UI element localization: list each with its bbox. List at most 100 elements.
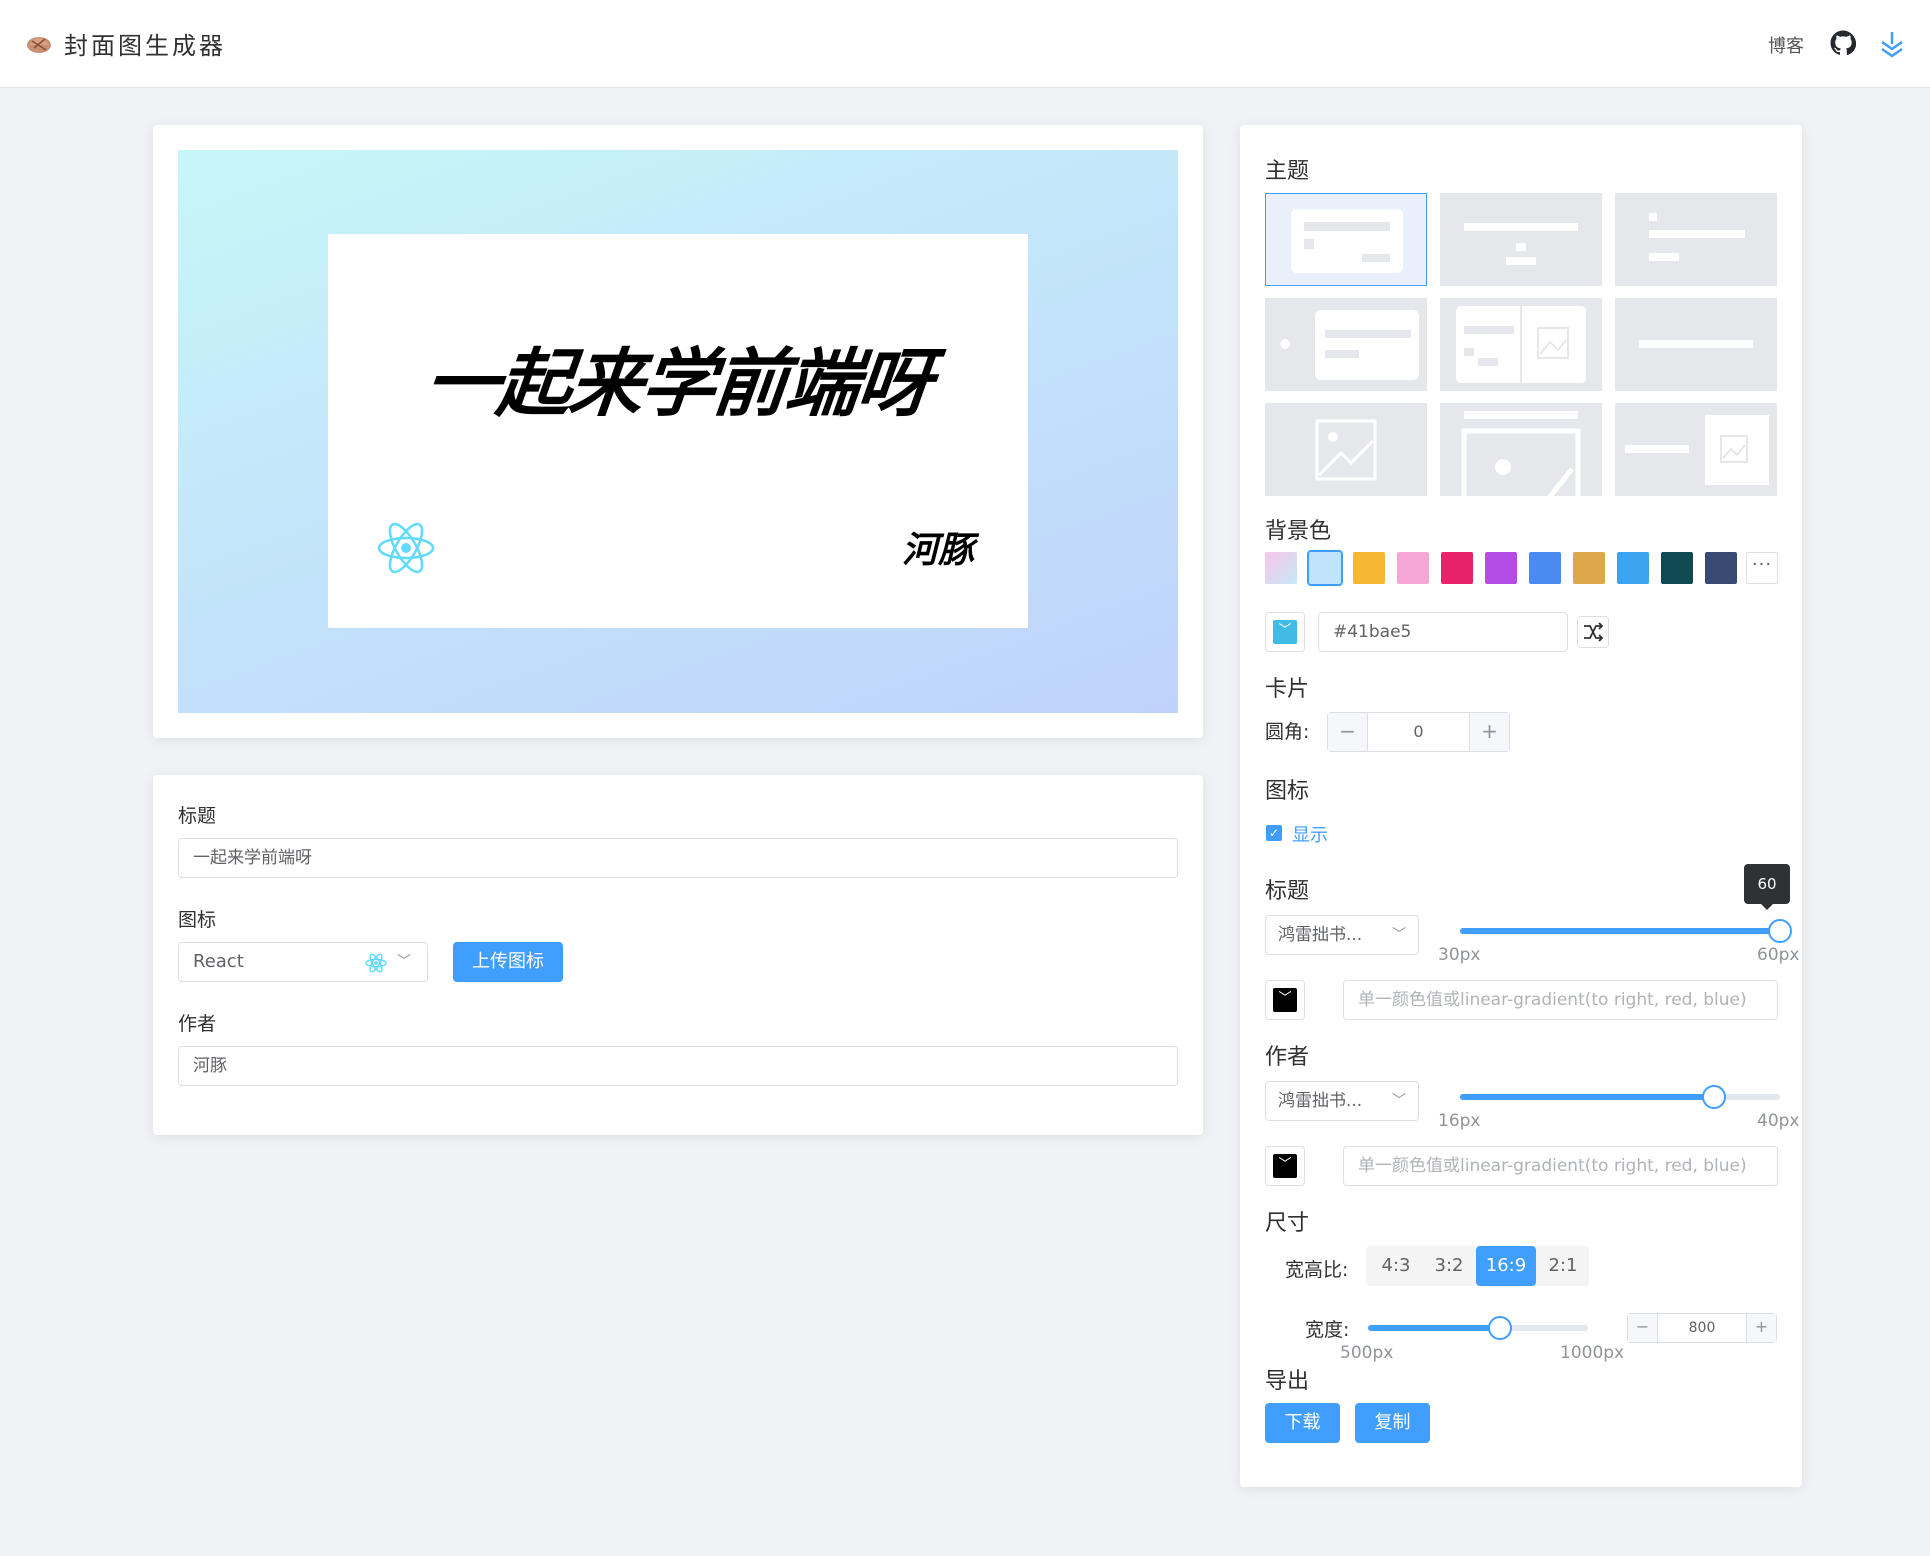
theme-option-7[interactable] [1265,403,1427,496]
theme-option-9[interactable] [1615,403,1777,496]
shuffle-icon[interactable] [1577,616,1609,648]
bg-color-label: 背景色 [1265,519,1332,544]
download-app-icon[interactable] [1878,30,1906,58]
author-color-input[interactable]: 单一颜色值或linear-gradient(to right, red, blu… [1343,1146,1778,1186]
author-size-min: 16px [1438,1111,1481,1131]
title-font-value: 鸿雷拙书... [1278,925,1363,945]
export-label: 导出 [1265,1369,1310,1394]
theme-label: 主题 [1265,159,1310,184]
title-size-knob[interactable] [1768,919,1792,943]
bg-swatch[interactable] [1441,552,1473,584]
theme-option-6[interactable] [1615,298,1777,391]
author-size-fill [1460,1094,1714,1100]
bg-swatch[interactable] [1353,552,1385,584]
title-size-fill [1460,928,1780,934]
title-size-max: 60px [1757,945,1800,965]
chevron-down-icon: ﹀ [1392,927,1406,943]
title-size-slider[interactable] [1460,919,1792,943]
author-section-label: 作者 [1265,1045,1310,1070]
icon-select[interactable]: React ﹀ [178,942,428,982]
width-slider[interactable] [1368,1316,1588,1340]
logo-icon [27,37,51,53]
bg-swatch[interactable] [1529,552,1561,584]
radius-stepper[interactable]: − 0 + [1327,712,1510,752]
icon-select-value: React [193,951,244,972]
blog-link[interactable]: 博客 [1768,32,1804,58]
react-icon [365,953,387,973]
ratio-option[interactable]: 2:1 [1537,1246,1589,1286]
bg-swatch[interactable] [1397,552,1429,584]
ratio-option[interactable]: 4:3 [1370,1246,1422,1286]
check-icon[interactable]: ✓ [1266,825,1282,841]
copy-button[interactable]: 复制 [1355,1403,1430,1443]
radius-label: 圆角: [1265,721,1310,743]
react-icon [377,522,435,574]
upload-icon-button[interactable]: 上传图标 [453,942,563,982]
width-label: 宽度: [1305,1319,1350,1341]
bg-swatch[interactable] [1661,552,1693,584]
cover-title: 一起来学前端呀 [420,341,934,427]
bg-swatch[interactable] [1573,552,1605,584]
bg-swatch[interactable] [1485,552,1517,584]
author-input[interactable]: 河豚 [178,1046,1178,1086]
chevron-down-icon: ﹀ [1392,1093,1406,1109]
show-icon-checkbox-label[interactable]: 显示 [1292,821,1328,847]
width-value[interactable]: 800 [1658,1314,1746,1342]
chevron-down-icon: ﹀ [397,954,411,970]
app-title: 封面图生成器 [64,32,226,60]
title-color-input[interactable]: 单一颜色值或linear-gradient(to right, red, blu… [1343,980,1778,1020]
theme-option-4[interactable] [1265,298,1427,391]
author-font-value: 鸿雷拙书... [1278,1091,1363,1111]
bg-swatch[interactable] [1307,550,1343,586]
chevron-down-icon: ﹀ [1273,620,1297,644]
title-font-select[interactable]: 鸿雷拙书... ﹀ [1265,915,1419,955]
theme-option-1[interactable] [1265,193,1427,286]
cover-author: 河豚 [901,529,974,571]
author-label: 作者 [178,1013,217,1035]
width-min: 500px [1340,1343,1394,1363]
width-stepper[interactable]: − 800 + [1627,1313,1777,1343]
author-size-slider[interactable] [1460,1085,1780,1109]
bg-swatch[interactable] [1617,552,1649,584]
radius-value[interactable]: 0 [1368,713,1469,751]
app-header: 封面图生成器 博客 [0,0,1930,88]
width-knob[interactable] [1488,1316,1512,1340]
plus-icon[interactable]: + [1746,1314,1776,1342]
ratio-label: 宽高比: [1285,1259,1349,1281]
theme-option-2[interactable] [1440,193,1602,286]
theme-option-5[interactable] [1440,298,1602,391]
author-size-max: 40px [1757,1111,1800,1131]
icon-section-label: 图标 [1265,779,1310,804]
bg-swatch[interactable] [1265,552,1297,584]
title-size-min: 30px [1438,945,1481,965]
size-label: 尺寸 [1265,1211,1310,1236]
minus-icon[interactable]: − [1628,1314,1658,1342]
cover-canvas: 一起来学前端呀 河豚 [178,150,1178,713]
title-size-tooltip: 60 [1744,864,1790,910]
cover-card: 一起来学前端呀 河豚 [328,234,1028,628]
ratio-option[interactable]: 3:2 [1423,1246,1475,1286]
minus-icon[interactable]: − [1328,713,1368,751]
author-color-picker[interactable]: ﹀ [1265,1146,1305,1186]
theme-option-3[interactable] [1615,193,1777,286]
bg-color-picker[interactable]: ﹀ [1265,612,1305,652]
more-colors-button[interactable]: ··· [1746,552,1778,584]
title-input[interactable]: 一起来学前端呀 [178,838,1178,878]
title-section-label: 标题 [1265,879,1310,904]
download-button[interactable]: 下载 [1265,1403,1340,1443]
width-max: 1000px [1560,1343,1625,1363]
bg-swatch[interactable] [1705,552,1737,584]
icon-label: 图标 [178,909,217,931]
github-icon[interactable] [1830,30,1856,56]
title-color-picker[interactable]: ﹀ [1265,980,1305,1020]
theme-option-8[interactable] [1440,403,1602,496]
plus-icon[interactable]: + [1469,713,1509,751]
ratio-option[interactable]: 16:9 [1476,1246,1536,1286]
content-form: 标题 一起来学前端呀 图标 React ﹀ 上传图标 作者 河豚 [153,775,1203,1135]
chevron-down-icon: ﹀ [1273,1154,1297,1178]
card-label: 卡片 [1265,677,1310,702]
title-label: 标题 [178,805,217,827]
author-font-select[interactable]: 鸿雷拙书... ﹀ [1265,1081,1419,1121]
author-size-knob[interactable] [1702,1085,1726,1109]
bg-color-input[interactable]: #41bae5 [1318,612,1568,652]
